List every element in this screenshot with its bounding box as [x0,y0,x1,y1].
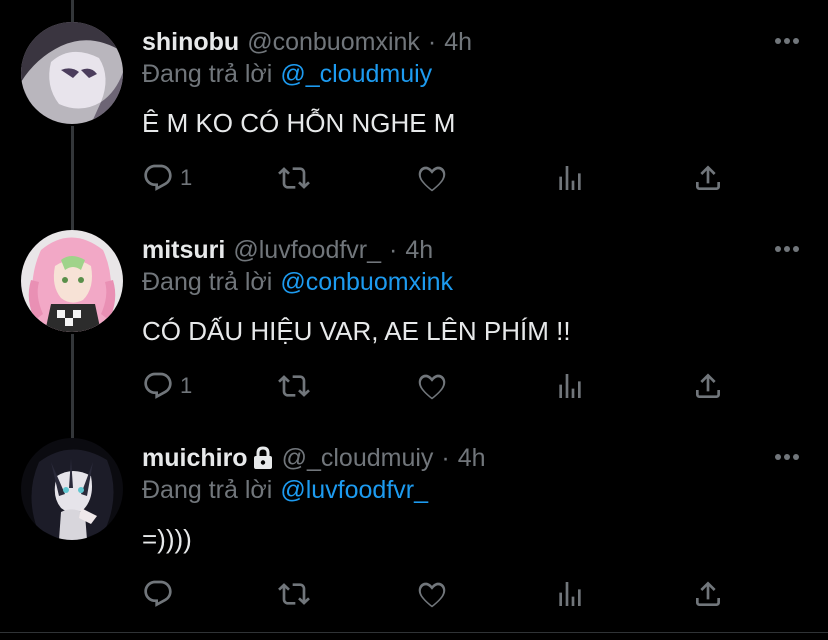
share-button[interactable] [692,158,724,198]
share-button[interactable] [692,574,724,614]
tweet-header: mitsuri @luvfoodfvr_ · 4h [142,234,433,266]
tweet[interactable]: shinobu @conbuomxink · 4h Đang trả lời @_… [0,0,828,208]
analytics-icon [559,166,581,190]
retweet-button[interactable] [278,574,310,614]
retweet-icon [278,167,310,189]
separator-dot: · [441,443,450,472]
retweet-button[interactable] [278,366,310,406]
display-name[interactable]: muichiro [142,444,248,473]
separator-dot: · [427,27,437,56]
tweet-text: CÓ DẤU HIỆU VAR, AE LÊN PHÍM !! [142,316,571,346]
tweet-actions: 1 [140,158,740,198]
retweet-icon [278,583,310,605]
user-handle[interactable]: @conbuomxink [247,28,420,57]
tweet-text: =)))) [142,524,192,554]
more-icon[interactable] [774,242,800,256]
like-button[interactable] [416,158,448,198]
tweet[interactable]: muichiro @_cloudmuiy · 4h Đang trả lời @l… [0,416,828,624]
timestamp[interactable]: 4h [405,236,433,265]
reply-icon [144,164,172,191]
display-name[interactable]: shinobu [142,28,239,57]
tweet-actions [140,574,740,614]
reply-count: 1 [180,373,193,398]
like-button[interactable] [416,366,448,406]
share-icon [696,165,720,190]
replying-to-label: Đang trả lời [142,268,273,296]
user-handle[interactable]: @luvfoodfvr_ [233,236,381,265]
share-icon [696,581,720,606]
reply-icon [144,580,172,607]
reply-button[interactable]: 1 [142,366,192,406]
like-icon [418,582,446,608]
replying-to: Đang trả lời @luvfoodfvr_ [142,476,428,505]
analytics-button[interactable] [554,574,586,614]
avatar[interactable] [21,230,123,332]
analytics-icon [559,374,581,398]
more-icon[interactable] [774,34,800,48]
like-icon [418,374,446,400]
tweet-header: muichiro @_cloudmuiy · 4h [142,442,486,474]
tweet-text: Ê M KO CÓ HỖN NGHE M [142,108,456,138]
separator-dot: · [389,235,398,264]
lock-icon [253,446,272,469]
avatar[interactable] [21,438,123,540]
analytics-button[interactable] [554,158,586,198]
mention-link[interactable]: @conbuomxink [280,268,453,296]
reply-icon [144,372,172,399]
replying-to-label: Đang trả lời [142,476,273,504]
retweet-button[interactable] [278,158,310,198]
user-handle[interactable]: @_cloudmuiy [282,444,434,473]
display-name[interactable]: mitsuri [142,236,225,265]
retweet-icon [278,375,310,397]
timestamp[interactable]: 4h [458,444,486,473]
reply-button[interactable]: 1 [142,158,192,198]
like-button[interactable] [416,574,448,614]
share-button[interactable] [692,366,724,406]
divider [0,632,828,633]
replying-to-label: Đang trả lời [142,60,273,88]
reply-button[interactable] [142,574,180,614]
timestamp[interactable]: 4h [444,28,472,57]
analytics-icon [559,582,581,606]
analytics-button[interactable] [554,366,586,406]
tweet-header: shinobu @conbuomxink · 4h [142,26,472,58]
replying-to: Đang trả lời @_cloudmuiy [142,60,432,89]
reply-count: 1 [180,165,193,190]
avatar[interactable] [21,22,123,124]
more-icon[interactable] [774,450,800,464]
tweet-actions: 1 [140,366,740,406]
tweet[interactable]: mitsuri @luvfoodfvr_ · 4h Đang trả lời @c… [0,208,828,416]
mention-link[interactable]: @_cloudmuiy [280,60,432,88]
replying-to: Đang trả lời @conbuomxink [142,268,453,297]
like-icon [418,166,446,192]
share-icon [696,373,720,398]
mention-link[interactable]: @luvfoodfvr_ [280,476,428,504]
